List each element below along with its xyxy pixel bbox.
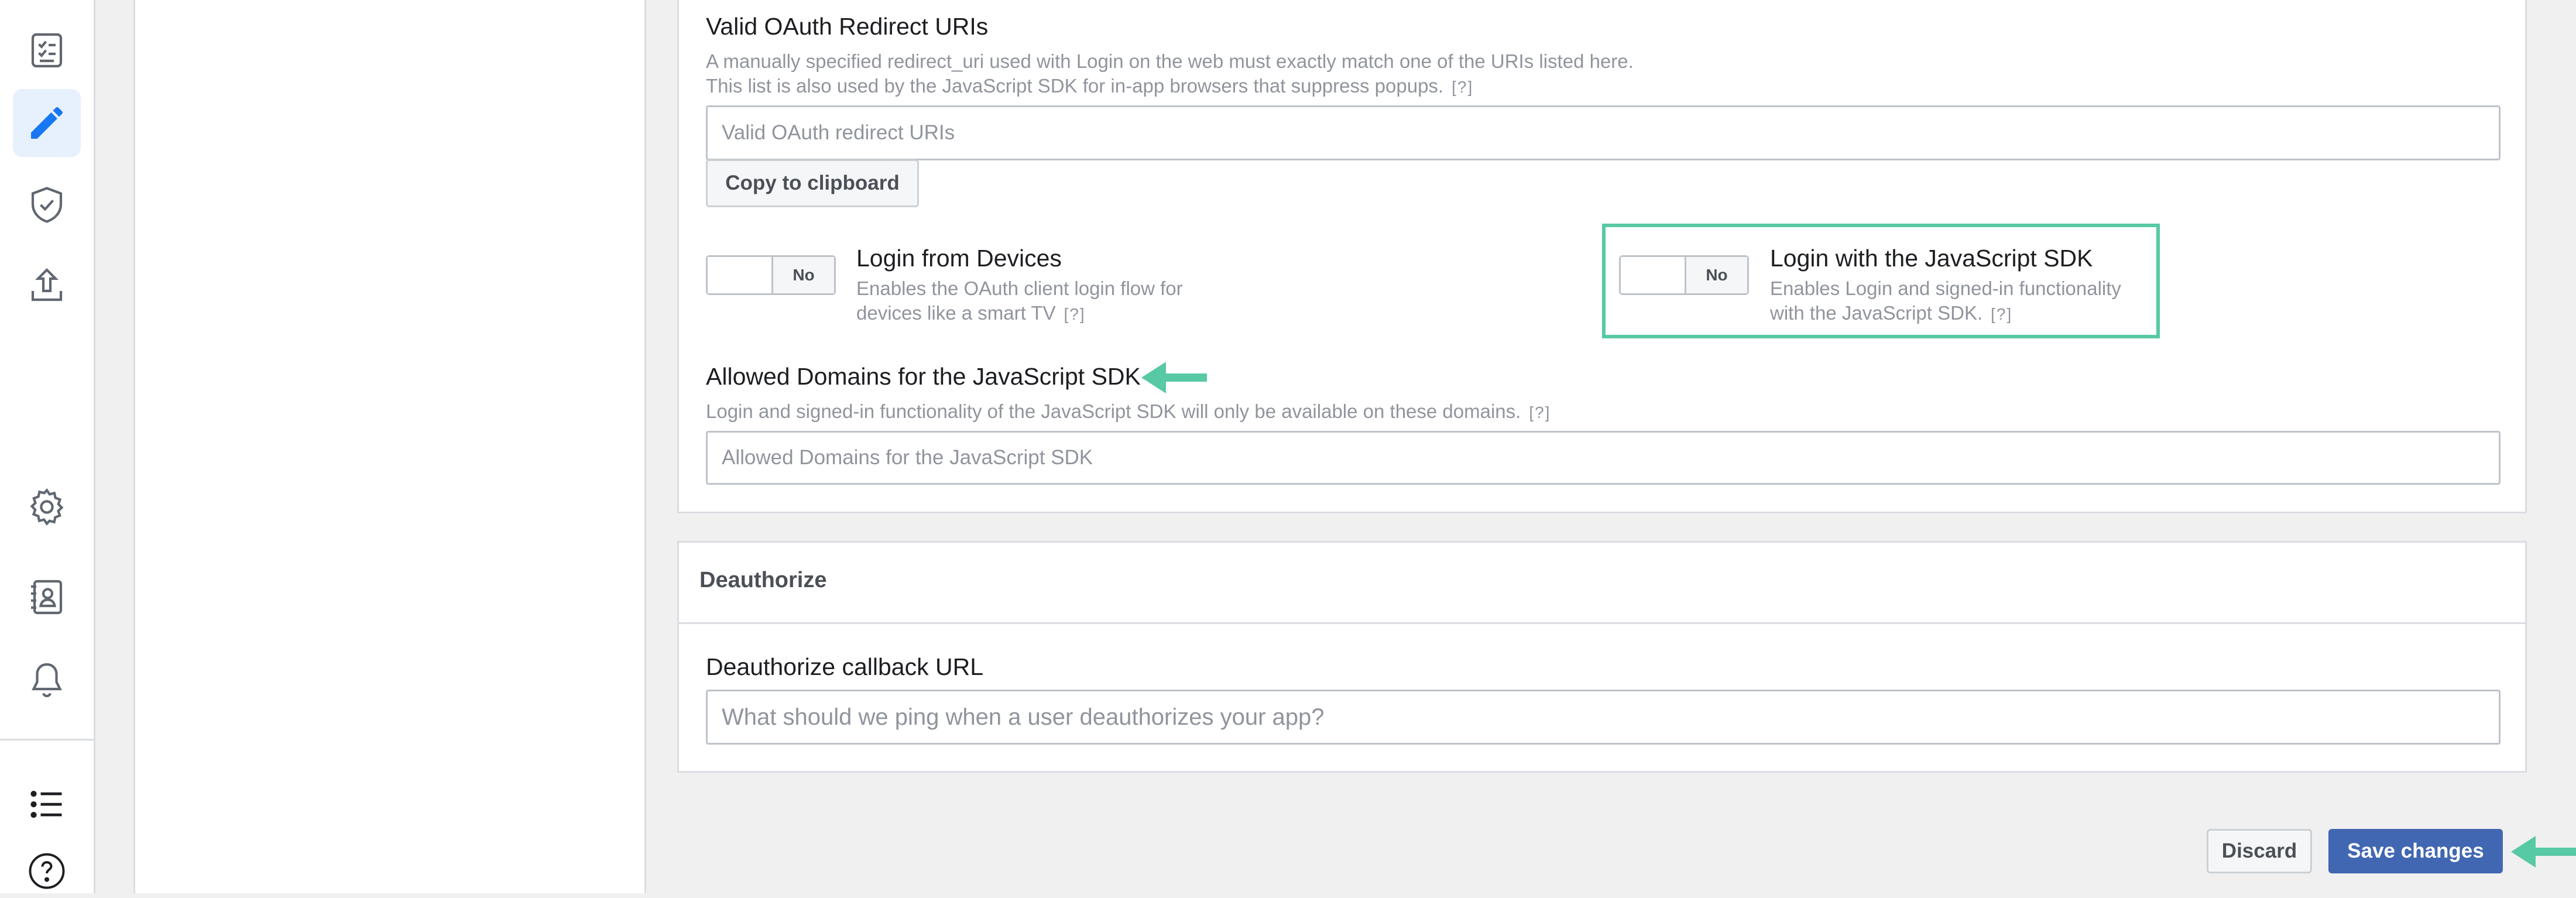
discard-button[interactable]: Discard xyxy=(2207,829,2312,873)
allowed-domains-placeholder: Allowed Domains for the JavaScript SDK xyxy=(722,446,1093,469)
copy-to-clipboard-button[interactable]: Copy to clipboard xyxy=(706,159,919,207)
contact-card-icon[interactable] xyxy=(20,570,74,624)
redirect-uris-description: A manually specified redirect_uri used w… xyxy=(706,49,1634,100)
help-link[interactable]: [?] xyxy=(1529,403,1551,421)
rail-divider xyxy=(0,739,94,741)
pencil-icon[interactable] xyxy=(13,89,81,157)
deauthorize-callback-placeholder: What should we ping when a user deauthor… xyxy=(722,704,1325,730)
login-with-jssdk-title: Login with the JavaScript SDK xyxy=(1770,245,2093,272)
login-with-jssdk-toggle[interactable]: No xyxy=(1619,255,1749,295)
help-link[interactable]: [?] xyxy=(1991,305,2012,323)
help-link[interactable]: [?] xyxy=(1452,78,1473,96)
annotation-arrow-icon xyxy=(1141,362,1207,393)
help-link[interactable]: [?] xyxy=(1064,305,1086,323)
list-icon[interactable] xyxy=(20,777,74,831)
toggle-state: No xyxy=(1686,257,1747,293)
redirect-uris-desc-line-1: A manually specified redirect_uri used w… xyxy=(706,50,1634,72)
save-changes-button[interactable]: Save changes xyxy=(2328,829,2503,873)
redirect-uris-placeholder: Valid OAuth redirect URIs xyxy=(722,121,955,144)
toggle-knob xyxy=(708,257,773,293)
toggle-state: No xyxy=(773,257,834,293)
toggle-knob xyxy=(1621,257,1686,293)
icon-rail xyxy=(0,0,95,893)
shield-check-icon[interactable] xyxy=(20,178,74,232)
login-from-devices-toggle[interactable]: No xyxy=(706,255,836,295)
jssdk-desc-line-1: Enables Login and signed-in functionalit… xyxy=(1770,277,2121,299)
devices-desc-line-1: Enables the OAuth client login flow for xyxy=(856,277,1183,299)
annotation-arrow-icon xyxy=(2511,836,2576,868)
redirect-uris-desc-line-2: This list is also used by the JavaScript… xyxy=(706,75,1444,97)
help-icon[interactable] xyxy=(20,844,74,898)
login-from-devices-title: Login from Devices xyxy=(856,245,1062,272)
login-with-jssdk-description: Enables Login and signed-in functionalit… xyxy=(1770,276,2121,327)
allowed-domains-input[interactable]: Allowed Domains for the JavaScript SDK xyxy=(706,431,2500,485)
panel-divider xyxy=(679,622,2525,624)
deauthorize-title: Deauthorize xyxy=(699,568,827,592)
login-from-devices-description: Enables the OAuth client login flow for … xyxy=(856,276,1183,327)
redirect-uris-input[interactable]: Valid OAuth redirect URIs xyxy=(706,105,2500,160)
checklist-icon[interactable] xyxy=(20,23,74,77)
secondary-nav-panel xyxy=(133,0,646,893)
deauthorize-callback-input[interactable]: What should we ping when a user deauthor… xyxy=(706,690,2500,745)
bell-icon[interactable] xyxy=(20,653,74,707)
allowed-domains-description: Login and signed-in functionality of the… xyxy=(706,399,1551,425)
deauthorize-callback-label: Deauthorize callback URL xyxy=(706,653,984,680)
jssdk-desc-line-2: with the JavaScript SDK. xyxy=(1770,302,1983,324)
redirect-uris-label: Valid OAuth Redirect URIs xyxy=(706,13,989,40)
upload-icon[interactable] xyxy=(20,259,74,313)
allowed-domains-label: Allowed Domains for the JavaScript SDK xyxy=(706,363,1141,390)
gear-icon[interactable] xyxy=(20,480,74,534)
devices-desc-line-2: devices like a smart TV xyxy=(856,302,1056,324)
allowed-domains-desc-text: Login and signed-in functionality of the… xyxy=(706,400,1521,422)
